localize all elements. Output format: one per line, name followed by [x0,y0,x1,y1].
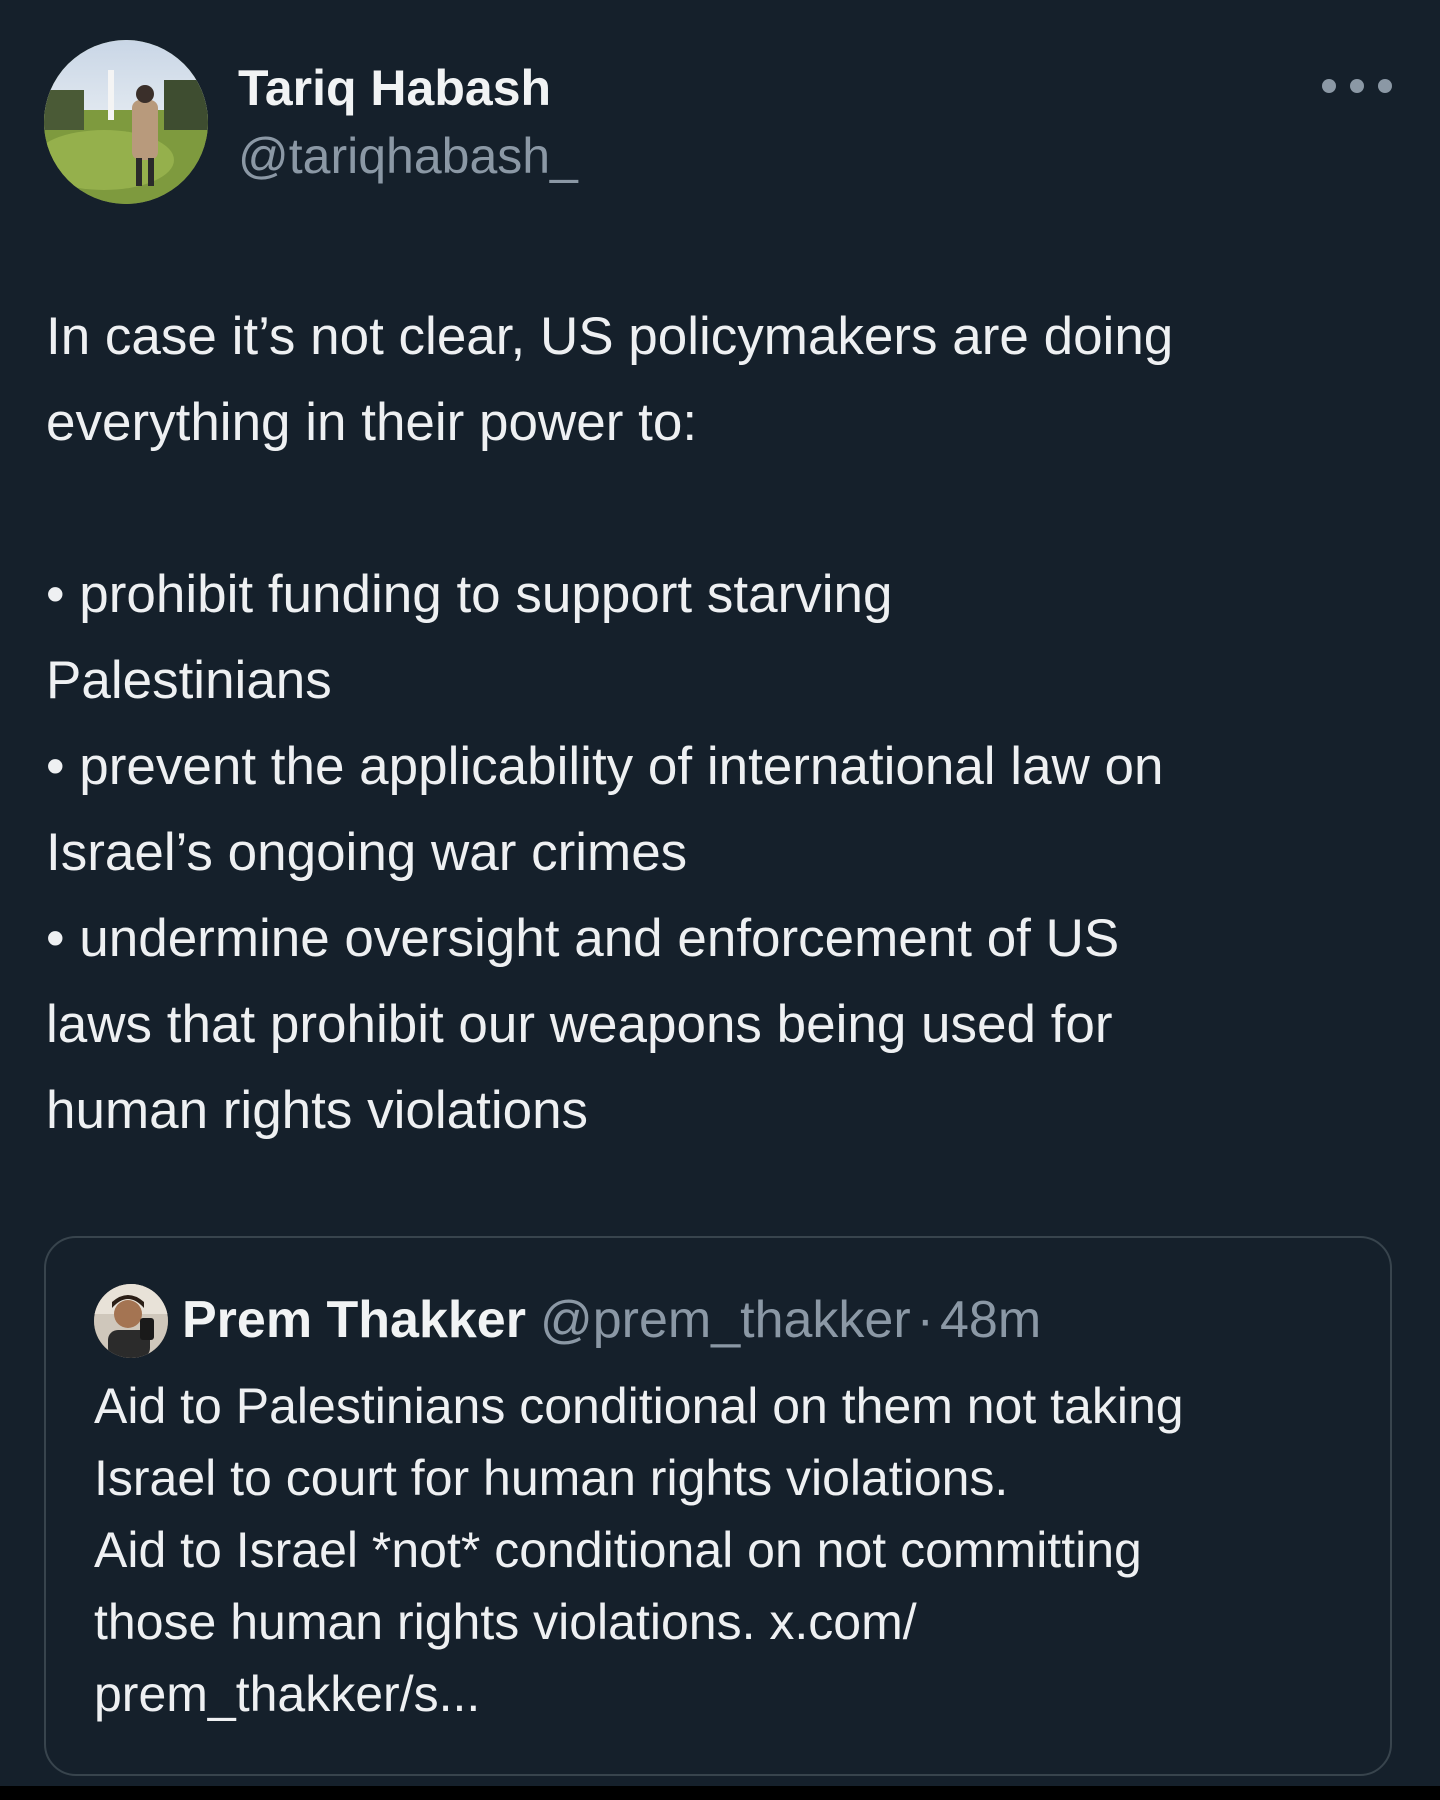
tweet-text-line: Palestinians [46,651,332,710]
tweet-text-line: human rights violations [46,1081,589,1140]
tweet-text-line: Israel’s ongoing war crimes [46,823,688,882]
tweet-text-line: In case it’s not clear, US policymakers … [46,307,1174,366]
quoted-text-line: Aid to Israel *not* conditional on not c… [94,1522,1142,1578]
more-options-button[interactable] [1322,66,1392,106]
avatar-photo [44,40,208,204]
more-horizontal-icon [1322,79,1336,93]
author-handle[interactable]: @tariqhabash_ [238,124,578,188]
quoted-text-line[interactable]: those human rights violations. x.com/ [94,1586,1354,1658]
tweet-intro: In case it’s not clear, US policymakers … [46,294,1416,466]
quoted-text-line[interactable]: prem_thakker/s... [94,1658,1354,1730]
tweet-text-line: • undermine oversight and enforcement of… [46,909,1120,968]
author-name[interactable]: Tariq Habash [238,56,551,120]
quoted-avatar-photo [94,1284,168,1358]
tweet-bullet-list: • prohibit funding to support starving P… [46,552,1416,1154]
quoted-author-handle[interactable]: @prem_thakker [540,1291,911,1349]
more-horizontal-icon-dot [1378,79,1392,93]
tweet-text-line: everything in their power to: [46,393,698,452]
quoted-text-line: Israel to court for human rights violati… [94,1450,1009,1506]
quoted-tweet-header: Prem Thakker @prem_thakker · 48m [182,1286,1041,1354]
author-avatar[interactable] [44,40,208,204]
quoted-author-avatar[interactable] [94,1284,168,1358]
quoted-text-line: Aid to Palestinians conditional on them … [94,1378,1184,1434]
quoted-separator: · [916,1291,934,1349]
tweet-text-line: • prohibit funding to support starving [46,565,893,624]
more-horizontal-icon-dot [1350,79,1364,93]
quoted-author-name[interactable]: Prem Thakker [182,1291,526,1349]
quoted-timestamp[interactable]: 48m [940,1291,1041,1349]
tweet-text-line: laws that prohibit our weapons being use… [46,995,1113,1054]
quoted-tweet-card[interactable]: Prem Thakker @prem_thakker · 48m Aid to Pal… [44,1236,1392,1776]
tweet-text-line: • prevent the applicability of internati… [46,737,1164,796]
quoted-tweet-text: Aid to Palestinians conditional on them … [94,1370,1354,1730]
bottom-edge [0,1786,1440,1800]
